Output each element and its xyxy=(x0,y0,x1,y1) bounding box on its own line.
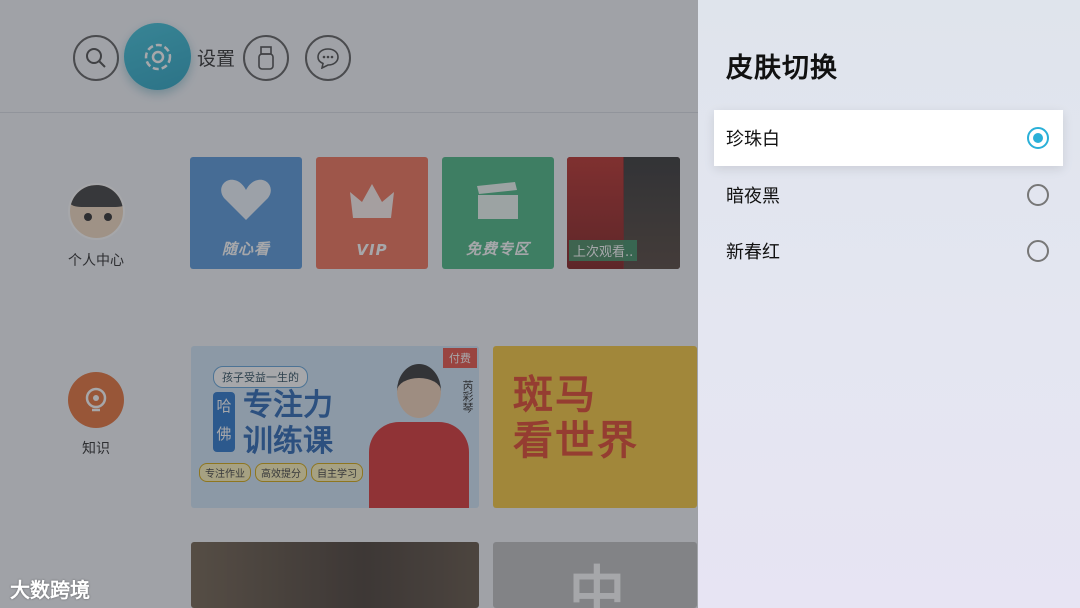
skin-option-label: 暗夜黑 xyxy=(726,186,780,207)
skin-option-night-black[interactable]: 暗夜黑 xyxy=(714,167,1063,223)
skin-option-pearl-white[interactable]: 珍珠白 xyxy=(714,110,1063,166)
panel-title: 皮肤切换 xyxy=(726,53,838,84)
skin-option-label: 珍珠白 xyxy=(726,129,780,150)
watermark: 大数跨境 xyxy=(10,578,90,602)
radio-unselected-icon[interactable] xyxy=(1027,184,1049,206)
radio-selected-icon[interactable] xyxy=(1027,127,1049,149)
skin-option-spring-red[interactable]: 新春红 xyxy=(714,223,1063,279)
skin-option-label: 新春红 xyxy=(726,242,780,263)
radio-unselected-icon[interactable] xyxy=(1027,240,1049,262)
dim-overlay[interactable] xyxy=(0,0,698,608)
skin-switch-panel: 皮肤切换 珍珠白 暗夜黑 新春红 xyxy=(698,0,1080,608)
